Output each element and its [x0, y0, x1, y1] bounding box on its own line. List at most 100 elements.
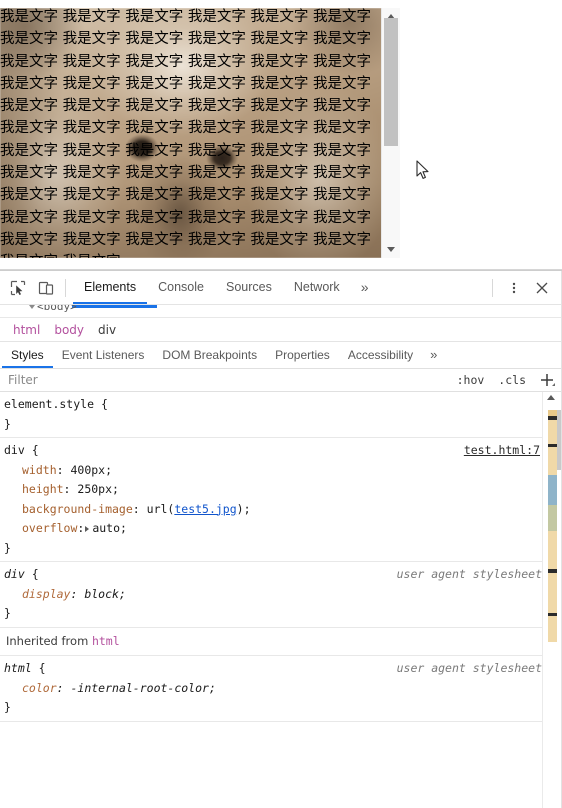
expand-shorthand-triangle-icon[interactable] [85, 525, 90, 532]
css-property-name[interactable]: background-image [22, 502, 133, 516]
rule-html-user-agent[interactable]: user agent stylesheet html { color: -int… [0, 656, 562, 722]
css-property-value[interactable]: 250px [77, 482, 112, 496]
tab-sources[interactable]: Sources [215, 271, 283, 304]
browser-viewport: 我是文字 我是文字 我是文字 我是文字 我是文字 我是文字 我是文字 我是文字 … [0, 0, 562, 270]
sidebar-tab-properties[interactable]: Properties [266, 342, 339, 368]
cls-toggle-button[interactable]: .cls [494, 373, 530, 387]
css-property-value-prefix: url( [146, 501, 175, 516]
styles-scroll-up-arrow-icon[interactable] [547, 395, 555, 400]
styles-filter-bar: :hov .cls [0, 369, 562, 392]
scrollbar-thumb[interactable] [384, 18, 398, 146]
rule-close-brace-line: } [4, 539, 562, 559]
css-property-value[interactable]: auto [92, 521, 120, 535]
css-declaration-height[interactable]: height: 250px; [4, 480, 562, 500]
sidebar-tab-accessibility-label: Accessibility [347, 348, 414, 362]
tab-console[interactable]: Console [147, 271, 215, 304]
breadcrumb-item-body[interactable]: body [47, 323, 91, 337]
rule-selector: div [4, 567, 25, 581]
user-agent-stylesheet-label: user agent stylesheet [396, 661, 542, 675]
mouse-pointer-icon [416, 160, 429, 179]
tab-network[interactable]: Network [283, 271, 351, 304]
devtools-panel: Elements Console Sources Network » <body… [0, 270, 562, 808]
content-text: 我是文字 我是文字 我是文字 我是文字 我是文字 我是文字 我是文字 我是文字 … [0, 9, 372, 258]
dom-tree-node[interactable]: <body> [29, 305, 77, 313]
sidebar-tab-dom-breakpoints-label: DOM Breakpoints [162, 348, 258, 362]
css-property-name[interactable]: height [22, 482, 64, 496]
inherited-from-tag[interactable]: html [92, 634, 120, 648]
rule-close-brace: } [4, 540, 11, 555]
inspect-element-icon[interactable] [4, 274, 32, 302]
dom-tree-strip[interactable]: <body> [0, 305, 562, 318]
breadcrumb-item-html[interactable]: html [6, 323, 47, 337]
breadcrumb-item-div[interactable]: div [91, 323, 123, 337]
rule-selector: element.style [4, 397, 95, 411]
rule-open-brace: { [38, 661, 46, 675]
user-agent-stylesheet-label: user agent stylesheet [396, 567, 542, 581]
styles-rules-pane[interactable]: element.style { } test.html:7 div { widt… [0, 392, 562, 808]
devtools-toolbar: Elements Console Sources Network » [0, 271, 562, 305]
tab-console-label: Console [158, 280, 204, 294]
css-property-value: -internal-root-color [70, 680, 209, 695]
rule-selector[interactable]: div [4, 443, 25, 457]
rule-open-brace: { [31, 443, 39, 457]
hov-toggle-button[interactable]: :hov [453, 373, 489, 387]
rule-element-style[interactable]: element.style { } [0, 392, 562, 438]
rule-selector: html [4, 661, 32, 675]
content-scrollbar[interactable] [381, 8, 400, 258]
sidebar-more-chevron-icon[interactable]: » [422, 342, 445, 368]
sidebar-tab-styles[interactable]: Styles [2, 342, 53, 368]
tab-sources-label: Sources [225, 280, 272, 294]
toolbar-divider-right [492, 278, 493, 297]
inherited-from-header: Inherited from html [0, 627, 562, 656]
toolbar-divider [65, 278, 66, 297]
css-declaration-display: display: block; [22, 586, 126, 601]
css-property-name: display [22, 586, 71, 601]
dom-node-text: <body> [37, 305, 77, 313]
filter-input[interactable] [8, 373, 447, 387]
more-options-kebab-icon[interactable] [500, 274, 528, 302]
new-style-rule-plus-icon[interactable] [538, 371, 556, 389]
rule-close-brace: } [4, 416, 11, 431]
css-property-name[interactable]: width [22, 463, 57, 477]
tab-elements-label: Elements [84, 280, 137, 294]
rule-close-brace-line: } [4, 415, 562, 435]
css-property-value[interactable]: 400px [70, 463, 105, 477]
css-declaration-color: color: -internal-root-color; [22, 680, 216, 695]
device-toolbar-icon[interactable] [32, 274, 60, 302]
css-declaration-width[interactable]: width: 400px; [4, 461, 562, 481]
css-declaration-overflow[interactable]: overflow: auto; [4, 519, 562, 539]
sidebar-tab-accessibility[interactable]: Accessibility [339, 342, 422, 368]
scrollable-content-div[interactable]: 我是文字 我是文字 我是文字 我是文字 我是文字 我是文字 我是文字 我是文字 … [0, 8, 400, 258]
css-property-value-suffix: ); [236, 501, 251, 516]
sidebar-tab-styles-label: Styles [11, 348, 44, 362]
rule-close-brace: } [4, 606, 11, 620]
rule-close-brace-line: } [4, 604, 562, 624]
sidebar-tab-event-listeners[interactable]: Event Listeners [53, 342, 154, 368]
styles-minimap[interactable] [548, 410, 557, 642]
rule-div-user-agent[interactable]: user agent stylesheet div { display: blo… [0, 562, 562, 628]
sidebar-tab-properties-label: Properties [275, 348, 330, 362]
rule-open-brace: { [31, 567, 39, 581]
rule-source-link[interactable]: test.html:7 [464, 441, 540, 461]
styles-pane-scrollbar[interactable] [542, 392, 562, 808]
rule-close-brace: } [4, 700, 11, 714]
close-devtools-icon[interactable] [528, 274, 556, 302]
rule-div-author[interactable]: test.html:7 div { width: 400px; height: … [0, 438, 562, 562]
rule-close-brace-line: } [4, 698, 562, 718]
css-property-name: color [22, 680, 57, 695]
rule-open-brace: { [100, 397, 108, 411]
scroll-down-arrow-icon[interactable] [382, 241, 400, 258]
expand-triangle-icon[interactable] [29, 305, 35, 309]
tab-elements[interactable]: Elements [73, 271, 148, 304]
breadcrumb: html body div [0, 318, 562, 342]
tab-network-label: Network [293, 280, 340, 294]
dom-selection-highlight [72, 305, 157, 308]
rule-selector-line: element.style { [4, 395, 562, 415]
css-property-name[interactable]: overflow [22, 521, 77, 535]
css-declaration-background-image[interactable]: background-image: url(test5.jpg); [4, 500, 562, 520]
inherited-label: Inherited from [6, 633, 89, 648]
more-tabs-chevron-icon[interactable]: » [351, 271, 379, 304]
background-image-url-link[interactable]: test5.jpg [174, 502, 236, 516]
sidebar-tab-event-listeners-label: Event Listeners [61, 348, 145, 362]
sidebar-tab-dom-breakpoints[interactable]: DOM Breakpoints [153, 342, 266, 368]
